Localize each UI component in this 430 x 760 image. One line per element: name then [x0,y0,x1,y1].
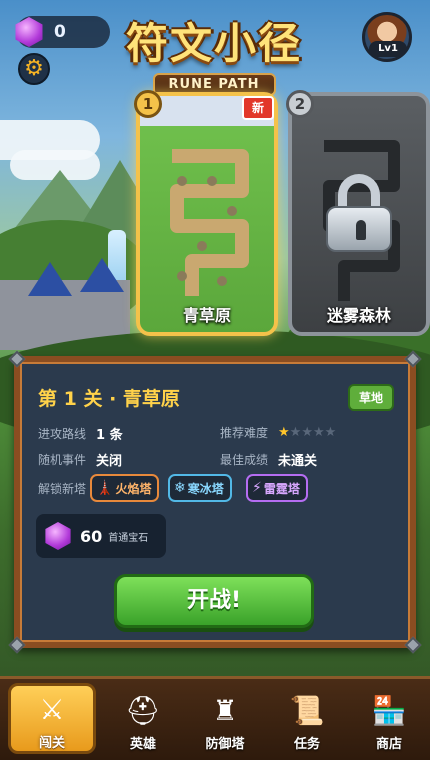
first-clear-reward: 60 首通宝石 [36,514,166,558]
star-icon: ★ [289,425,302,440]
level-number-badge: 2 [286,90,314,118]
game-logo: 符文小径 RUNE PATH [114,10,314,96]
best-score-row: 最佳成绩 未通关 [220,450,317,469]
gem-count: 0 [54,22,66,42]
route-value: 1 条 [96,428,123,443]
event-row: 随机事件 关闭 [38,450,122,469]
player-level-badge: Lv1 [369,41,407,57]
stage-title: 第 1 关 · 青草原 [38,388,180,410]
reward-value: 60 [80,526,103,546]
sword-shield-icon: ⚔ [39,693,65,726]
tower-tag-ice[interactable]: ❄ 寒冰塔 [168,474,232,502]
level-card-2[interactable]: 2 迷雾森林 [286,90,430,336]
tower-icon: ♜ [212,694,238,727]
best-score-value: 未通关 [278,454,318,469]
thunder-tower-icon: ⚡ [252,480,262,496]
tower-name: 寒冰塔 [187,481,224,496]
difficulty-stars: ★★★★★ [278,425,336,440]
gem-icon [45,522,71,550]
shop-icon: 🏪 [371,694,407,727]
helmet-icon: ⛑ [125,694,161,727]
star-icon: ★ [278,425,290,440]
event-value: 关闭 [96,454,123,469]
route-row: 进攻路线 1 条 [38,424,123,443]
tower-name: 火焰塔 [115,481,152,496]
level-map-thumbnail [162,136,254,306]
star-icon: ★ [324,425,337,440]
tower-tag-thunder[interactable]: ⚡ 雷霆塔 [246,474,308,502]
ice-tower-icon: ❄ [174,480,186,496]
unlock-row: 解锁新塔 [38,482,87,496]
stage-info-panel: 第 1 关 · 青草原 草地 进攻路线 1 条 推荐难度 ★★★★★ 随机事件 … [8,350,422,654]
gem-counter[interactable]: 0 [15,16,110,48]
nav-item-heroes[interactable]: ⛑ 英雄 [102,679,184,760]
nav-item-towers[interactable]: ♜ 防御塔 [184,679,266,760]
level-number-badge: 1 [134,90,162,118]
star-icon: ★ [312,425,325,440]
start-battle-button[interactable]: 开战! [114,574,314,628]
new-badge: 新 [242,96,274,120]
settings-gear-icon[interactable]: ⚙ [18,53,50,85]
terrain-badge: 草地 [347,384,394,411]
logo-title-cn: 符文小径 [125,19,302,68]
star-icon: ★ [301,425,313,440]
tower-tag-fire[interactable]: 🗼 火焰塔 [90,474,160,502]
scroll-icon: 📜 [289,694,325,727]
reward-label: 首通宝石 [108,532,149,544]
nav-item-quests[interactable]: 📜 任务 [266,679,348,760]
lock-icon [326,174,392,252]
nav-item-stages[interactable]: ⚔ 闯关 [8,683,96,754]
difficulty-row: 推荐难度 ★★★★★ [220,425,337,440]
fire-tower-icon: 🗼 [96,480,114,496]
level-card-1[interactable]: 1 新 青草原 [134,90,278,336]
bottom-nav: ⚔ 闯关 ⛑ 英雄 ♜ 防御塔 📜 任务 🏪 商店 [0,676,430,760]
level-name: 青草原 [182,306,231,325]
nav-item-shop[interactable]: 🏪 商店 [348,679,430,760]
level-name: 迷雾森林 [326,306,391,325]
tower-name: 雷霆塔 [263,481,300,496]
